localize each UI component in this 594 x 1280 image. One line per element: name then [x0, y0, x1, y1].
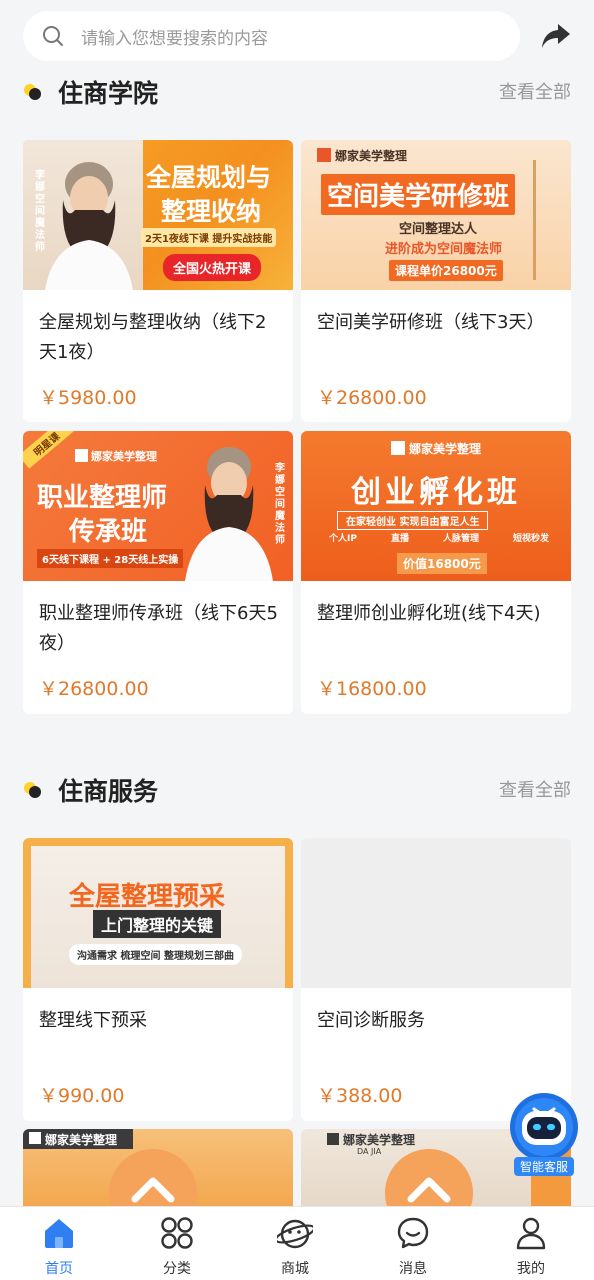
- brand-logo-icon: [29, 1132, 41, 1144]
- section-header-academy: 住商学院 查看全部: [0, 70, 594, 114]
- banner-tag: 沟通需求 梳理空间 整理规划三部曲: [69, 944, 242, 965]
- banner-line-3: 课程单价26800元: [389, 260, 503, 281]
- banner-headline: 创业孵化班: [351, 475, 521, 510]
- brand-subtitle: DA JIA: [357, 1147, 382, 1156]
- share-icon[interactable]: [540, 22, 572, 50]
- course-banner: 娜家美学整理 空间美学研修班 空间整理达人 进阶成为空间魔法师 课程单价2680…: [301, 140, 571, 290]
- nav-mall[interactable]: 商城: [236, 1207, 354, 1280]
- section-header-services: 住商服务 查看全部: [0, 768, 594, 812]
- banner-headline-2: 整理收纳: [161, 197, 262, 226]
- service-banner: 娜家美学整理: [23, 1129, 293, 1206]
- course-banner: 明星课 娜家美学整理 职业整理师 传承班 6天线下课程 + 28天线上实操 李娜…: [23, 431, 293, 581]
- scroll-top-circle: [385, 1149, 473, 1206]
- banner-tag: 在家轻创业 实现自由富足人生: [337, 511, 489, 530]
- service-title: 整理线下预采: [39, 1010, 147, 1031]
- presenter-side-label: 李娜 空间魔法师: [275, 463, 285, 546]
- banner-tag: 6天线下课程 + 28天线上实操: [37, 549, 184, 568]
- message-icon: [397, 1217, 429, 1249]
- nav-label: 我的: [517, 1261, 545, 1277]
- nav-home[interactable]: 首页: [0, 1207, 118, 1280]
- course-price: ￥26800.00: [39, 678, 149, 700]
- service-price: ￥388.00: [317, 1085, 403, 1107]
- section-title: 住商学院: [58, 79, 159, 108]
- chevron-up-icon: [407, 1177, 451, 1203]
- banner-headline: 空间美学研修班: [321, 174, 516, 215]
- course-price: ￥5980.00: [39, 387, 137, 409]
- mall-icon: [277, 1219, 313, 1249]
- nav-label: 分类: [163, 1261, 191, 1277]
- search-bar: 请输入您想要搜索的内容: [0, 0, 594, 70]
- search-icon: [43, 26, 63, 46]
- section-dot-icon: [24, 84, 41, 100]
- course-title: 全屋规划与整理收纳（线下2天1夜）: [39, 312, 267, 363]
- search-placeholder: 请输入您想要搜索的内容: [81, 29, 268, 49]
- brand-name: 娜家美学整理: [409, 442, 482, 456]
- service-price: ￥990.00: [39, 1085, 125, 1107]
- banner-line-1: 空间整理达人: [399, 222, 478, 237]
- service-card[interactable]: 空间诊断服务 ￥388.00: [301, 838, 571, 1121]
- banner-headline: 职业整理师: [37, 483, 168, 513]
- service-banner: 全屋整理预采 上门整理的关键 沟通需求 梳理空间 整理规划三部曲: [23, 838, 293, 988]
- nav-category[interactable]: 分类: [118, 1207, 236, 1280]
- profile-icon: [516, 1217, 546, 1250]
- brand-name: 娜家美学整理: [343, 1133, 416, 1147]
- course-price: ￥16800.00: [317, 678, 427, 700]
- search-input[interactable]: 请输入您想要搜索的内容: [23, 11, 520, 61]
- course-title: 空间美学研修班（线下3天）: [317, 312, 545, 333]
- service-title: 空间诊断服务: [317, 1010, 425, 1031]
- bottom-nav: 首页 分类 商城 消息 我的: [0, 1206, 594, 1280]
- smart-service-button[interactable]: 智能客服: [508, 1093, 580, 1179]
- course-title: 职业整理师传承班（线下6天5夜）: [39, 603, 278, 654]
- nav-label: 首页: [45, 1261, 73, 1277]
- course-price: ￥26800.00: [317, 387, 427, 409]
- banner-price-line: 价值16800元: [397, 553, 487, 574]
- course-card[interactable]: 娜家美学整理 空间美学研修班 空间整理达人 进阶成为空间魔法师 课程单价2680…: [301, 140, 571, 422]
- banner-subtitle: 上门整理的关键: [93, 910, 222, 938]
- view-all-link[interactable]: 查看全部: [499, 776, 571, 802]
- feature-item: 短视秒发: [512, 534, 549, 544]
- scroll-top-circle: [109, 1149, 197, 1206]
- brand-logo-icon: [327, 1133, 339, 1145]
- nav-label: 商城: [281, 1261, 309, 1277]
- nav-profile[interactable]: 我的: [472, 1207, 590, 1280]
- banner-headline: 全屋整理预采: [69, 882, 226, 912]
- feature-item: 直播: [390, 534, 409, 544]
- category-icon: [161, 1217, 193, 1249]
- course-banner: 李娜 空间魔法师 全屋规划与 整理收纳 2天1夜线下课 提升实战技能 全国火热开…: [23, 140, 293, 290]
- service-card[interactable]: 娜家美学整理: [23, 1129, 293, 1206]
- banner-line-2: 进阶成为空间魔法师: [385, 242, 503, 257]
- section-title: 住商服务: [58, 777, 159, 806]
- banner-headline-2: 传承班: [69, 517, 148, 547]
- ribbon-badge: 明星课: [23, 431, 74, 469]
- banner-cta: 全国火热开课: [163, 254, 262, 281]
- brand-logo-icon: [75, 449, 88, 462]
- service-card[interactable]: 全屋整理预采 上门整理的关键 沟通需求 梳理空间 整理规划三部曲 整理线下预采 …: [23, 838, 293, 1121]
- feature-item: 人脉管理: [442, 534, 479, 544]
- brand-logo-icon: [317, 148, 331, 162]
- course-card[interactable]: 明星课 娜家美学整理 职业整理师 传承班 6天线下课程 + 28天线上实操 李娜…: [23, 431, 293, 714]
- brand-name: 娜家美学整理: [91, 450, 157, 463]
- service-banner-placeholder: [301, 838, 571, 988]
- feature-item: 个人IP: [329, 534, 357, 544]
- course-banner: 娜家美学整理 创业孵化班 在家轻创业 实现自由富足人生 个人IP 直播 人脉管理…: [301, 431, 571, 581]
- course-card[interactable]: 李娜 空间魔法师 全屋规划与 整理收纳 2天1夜线下课 提升实战技能 全国火热开…: [23, 140, 293, 422]
- brand-logo-icon: [391, 441, 405, 455]
- home-icon: [45, 1219, 73, 1248]
- nav-label: 消息: [399, 1261, 427, 1277]
- banner-tag: 2天1夜线下课 提升实战技能: [141, 228, 277, 247]
- brand-name: 娜家美学整理: [45, 1133, 118, 1147]
- brand-name: 娜家美学整理: [335, 149, 408, 163]
- chevron-up-icon: [131, 1177, 175, 1203]
- course-card[interactable]: 娜家美学整理 创业孵化班 在家轻创业 实现自由富足人生 个人IP 直播 人脉管理…: [301, 431, 571, 714]
- view-all-link[interactable]: 查看全部: [499, 78, 571, 104]
- banner-headline: 全屋规划与: [146, 163, 272, 192]
- course-title: 整理师创业孵化班(线下4天): [317, 603, 541, 624]
- presenter-photo: [181, 431, 277, 581]
- lamp-decoration: [533, 160, 536, 280]
- nav-messages[interactable]: 消息: [354, 1207, 472, 1280]
- section-dot-icon: [24, 782, 41, 798]
- feature-list: 个人IP 直播 人脉管理 短视秒发: [329, 531, 549, 547]
- smart-service-label: 智能客服: [514, 1157, 574, 1176]
- presenter-side-label: 李娜 空间魔法师: [35, 170, 45, 253]
